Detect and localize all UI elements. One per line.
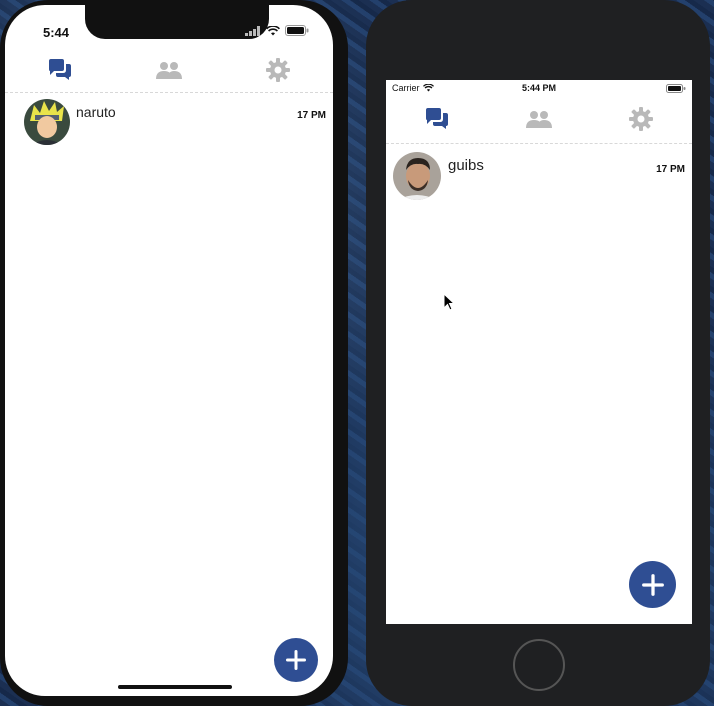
signal-icon — [245, 25, 260, 36]
plus-icon — [641, 573, 664, 596]
notch — [85, 5, 269, 39]
battery-icon — [666, 84, 686, 95]
tab-contacts[interactable] — [509, 104, 569, 134]
tab-chats[interactable] — [407, 104, 467, 134]
chat-icon — [48, 59, 71, 80]
phone-left-screen: 5:44 naruto 17 PM — [5, 5, 333, 696]
tab-divider — [5, 92, 333, 93]
contacts-icon — [526, 111, 552, 128]
tab-settings[interactable] — [248, 55, 308, 85]
avatar — [393, 152, 441, 200]
home-button[interactable] — [513, 639, 565, 691]
new-chat-button[interactable] — [629, 561, 676, 608]
phone-left-frame: 5:44 naruto 17 PM — [0, 0, 348, 706]
battery-icon — [285, 25, 309, 36]
mouse-cursor-icon — [443, 293, 455, 311]
phone-right-frame: Carrier 5:44 PM guibs 17 PM — [366, 0, 710, 706]
settings-gear-icon — [266, 58, 291, 82]
chat-icon — [426, 108, 448, 129]
conversation-time: 17 PM — [297, 110, 326, 121]
tab-chats[interactable] — [30, 55, 90, 85]
status-icons — [245, 25, 309, 36]
tab-contacts[interactable] — [139, 55, 199, 85]
tab-bar — [386, 104, 692, 134]
status-bar: Carrier 5:44 PM — [386, 80, 692, 98]
conversation-time: 17 PM — [656, 164, 685, 175]
conversation-name: naruto — [76, 104, 116, 120]
conversation-row[interactable]: naruto 17 PM — [5, 98, 333, 146]
wifi-icon — [266, 25, 280, 35]
avatar — [24, 99, 70, 145]
status-time: 5:44 — [43, 25, 70, 40]
conversation-name: guibs — [448, 156, 484, 174]
settings-gear-icon — [629, 107, 653, 131]
status-time: 5:44 PM — [521, 83, 556, 93]
tab-bar — [5, 55, 333, 85]
plus-icon — [286, 650, 306, 670]
phone-right-screen: Carrier 5:44 PM guibs 17 PM — [386, 80, 692, 624]
tab-divider — [386, 143, 692, 144]
tab-settings[interactable] — [611, 104, 671, 134]
conversation-row[interactable]: guibs 17 PM — [386, 151, 692, 201]
new-chat-button[interactable] — [274, 638, 318, 682]
contacts-icon — [155, 62, 182, 79]
home-indicator — [118, 685, 232, 689]
